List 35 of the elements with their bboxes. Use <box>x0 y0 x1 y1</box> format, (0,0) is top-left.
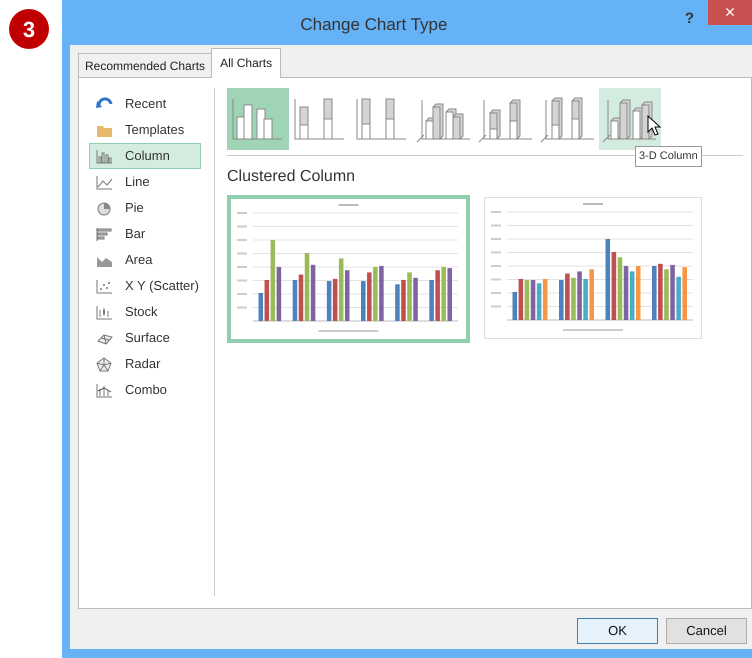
scatter-chart-icon <box>96 278 113 294</box>
chart-category-item[interactable]: Column <box>89 143 201 169</box>
close-button[interactable]: × <box>708 0 752 25</box>
tab[interactable]: All Charts <box>211 48 282 78</box>
chart-category-item[interactable]: Stock <box>89 299 201 325</box>
chart-subtype-title: Clustered Column <box>227 167 356 187</box>
column-chart-icon <box>96 148 113 164</box>
combo-chart-icon <box>96 382 113 398</box>
stock-chart-icon <box>96 304 113 320</box>
chart-category-item[interactable]: Surface <box>89 325 201 351</box>
help-button[interactable]: ? <box>684 0 708 30</box>
pie-chart-icon <box>96 200 113 216</box>
bar-chart-icon <box>96 226 113 242</box>
radar-chart-icon <box>96 356 113 372</box>
chart-category-item[interactable]: X Y (Scatter) <box>89 273 201 299</box>
chart-category-item[interactable]: Templates <box>89 117 201 143</box>
ok-button[interactable]: OK <box>577 618 658 644</box>
chart-category-item[interactable]: Bar <box>89 221 201 247</box>
chart-category-item[interactable]: Combo <box>89 377 201 403</box>
tab[interactable]: Recommended Charts <box>78 53 212 77</box>
chart-subtype-button[interactable] <box>599 88 661 150</box>
line-chart-icon <box>96 174 113 190</box>
chart-category-item[interactable]: Pie <box>89 195 201 221</box>
chart-preview[interactable] <box>227 195 470 343</box>
chart-category-item[interactable]: Area <box>89 247 201 273</box>
tooltip: 3-D Column <box>635 146 702 166</box>
chart-preview[interactable] <box>484 197 702 339</box>
chart-subtype-button[interactable] <box>227 88 289 150</box>
step-number: 3 <box>9 9 49 49</box>
chart-category-item[interactable]: Line <box>89 169 201 195</box>
mouse-cursor-icon <box>647 115 661 137</box>
chart-category-item[interactable]: Radar <box>89 351 201 377</box>
chart-category-item[interactable]: Recent <box>89 91 201 117</box>
cancel-button[interactable]: Cancel <box>666 618 747 644</box>
window-title: Change Chart Type <box>299 14 448 36</box>
